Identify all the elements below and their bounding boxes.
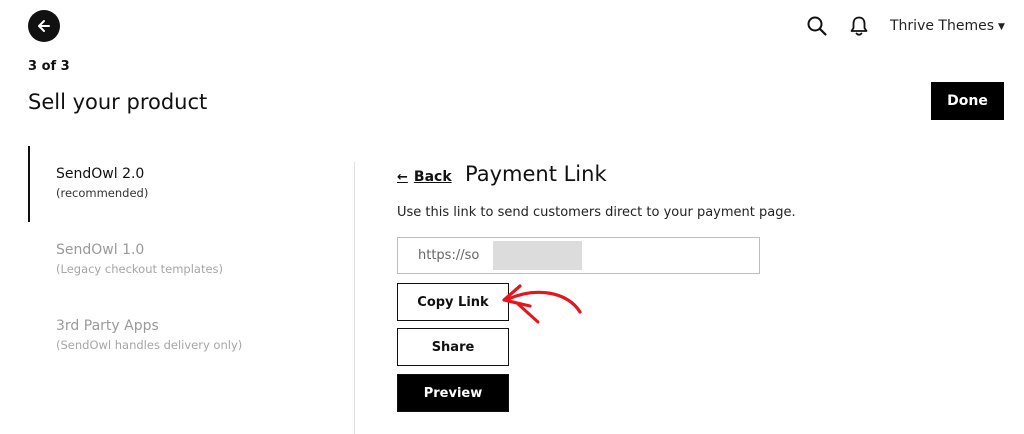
copy-link-button[interactable]: Copy Link (397, 283, 509, 321)
sidebar-item-sublabel: (recommended) (56, 186, 149, 200)
sidebar-item-label: SendOwl 1.0 (56, 242, 145, 258)
annotation-arrow-icon (502, 284, 582, 324)
sidebar-item-3rd-party-apps[interactable]: 3rd Party Apps (SendOwl handles delivery… (28, 298, 328, 374)
chevron-down-icon: ▼ (998, 22, 1005, 32)
sidebar-item-sublabel: (SendOwl handles delivery only) (56, 338, 243, 352)
preview-button[interactable]: Preview (397, 374, 509, 412)
back-link-label: Back (413, 169, 452, 185)
sidebar: SendOwl 2.0 (recommended) SendOwl 1.0 (L… (28, 146, 328, 374)
page: Thrive Themes ▼ 3 of 3 Sell your product… (0, 0, 1024, 434)
arrow-left-icon: ← (397, 169, 408, 185)
share-button[interactable]: Share (397, 328, 509, 366)
page-title: Sell your product (28, 90, 208, 114)
sidebar-item-sendowl-1[interactable]: SendOwl 1.0 (Legacy checkout templates) (28, 222, 328, 298)
account-menu[interactable]: Thrive Themes ▼ (890, 16, 1005, 36)
notifications-button[interactable] (847, 14, 871, 38)
panel-description: Use this link to send customers direct t… (397, 205, 796, 220)
panel-title: Payment Link (465, 162, 607, 186)
account-name: Thrive Themes (890, 18, 995, 34)
redacted-url-block (493, 241, 582, 270)
sidebar-item-sendowl-2[interactable]: SendOwl 2.0 (recommended) (28, 146, 328, 222)
search-icon (807, 16, 827, 36)
sidebar-item-label: SendOwl 2.0 (56, 166, 145, 182)
arrow-left-icon (38, 20, 50, 32)
step-indicator: 3 of 3 (28, 59, 70, 74)
back-link[interactable]: ← Back (397, 169, 452, 185)
sidebar-item-sublabel: (Legacy checkout templates) (56, 262, 224, 276)
bell-icon (850, 16, 868, 36)
done-button[interactable]: Done (931, 82, 1004, 120)
search-button[interactable] (805, 14, 829, 38)
sidebar-item-label: 3rd Party Apps (56, 318, 159, 334)
back-button[interactable] (28, 10, 60, 42)
vertical-divider (354, 162, 355, 434)
